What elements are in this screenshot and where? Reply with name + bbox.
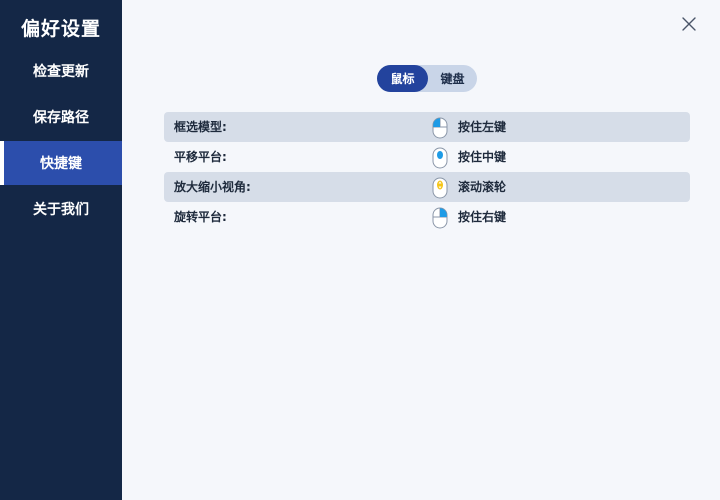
- sidebar-item-save-path[interactable]: 保存路径: [0, 95, 122, 139]
- sidebar-item-about-us[interactable]: 关于我们: [0, 187, 122, 231]
- shortcut-label: 放大缩小视角:: [174, 180, 251, 194]
- shortcut-row-rotate: 旋转平台: 按住右键: [164, 202, 690, 232]
- close-button[interactable]: [678, 13, 700, 35]
- mouse-right-click-icon: [432, 207, 448, 229]
- shortcut-action: 滚动滚轮: [458, 180, 507, 194]
- mouse-left-click-icon: [432, 117, 448, 139]
- shortcut-action: 按住右键: [458, 210, 507, 224]
- shortcut-action: 按住中键: [458, 150, 507, 164]
- close-icon: [682, 17, 696, 31]
- shortcut-action: 按住左键: [458, 120, 507, 134]
- sidebar-item-check-update[interactable]: 检查更新: [0, 49, 122, 93]
- shortcut-label: 平移平台:: [174, 150, 227, 164]
- shortcut-label: 旋转平台:: [174, 210, 227, 224]
- preferences-window: 偏好设置 检查更新 保存路径 快捷键 关于我们 鼠标 键盘 框选模型: 按住左键…: [0, 0, 720, 500]
- toggle-mouse[interactable]: 鼠标: [377, 65, 428, 92]
- shortcut-row-zoom: 放大缩小视角: 滚动滚轮: [164, 172, 690, 202]
- shortcut-row-pan: 平移平台: 按住中键: [164, 142, 690, 172]
- sidebar-title: 偏好设置: [20, 18, 101, 40]
- shortcut-row-box-select: 框选模型: 按住左键: [164, 112, 690, 142]
- shortcut-label: 框选模型:: [174, 120, 227, 134]
- mouse-scroll-icon: [432, 177, 448, 199]
- sidebar-item-shortcuts[interactable]: 快捷键: [0, 141, 122, 185]
- toggle-keyboard[interactable]: 键盘: [428, 65, 477, 92]
- sidebar: 偏好设置 检查更新 保存路径 快捷键 关于我们: [0, 0, 122, 500]
- input-mode-toggle: 鼠标 键盘: [377, 65, 477, 92]
- mouse-middle-click-icon: [432, 147, 448, 169]
